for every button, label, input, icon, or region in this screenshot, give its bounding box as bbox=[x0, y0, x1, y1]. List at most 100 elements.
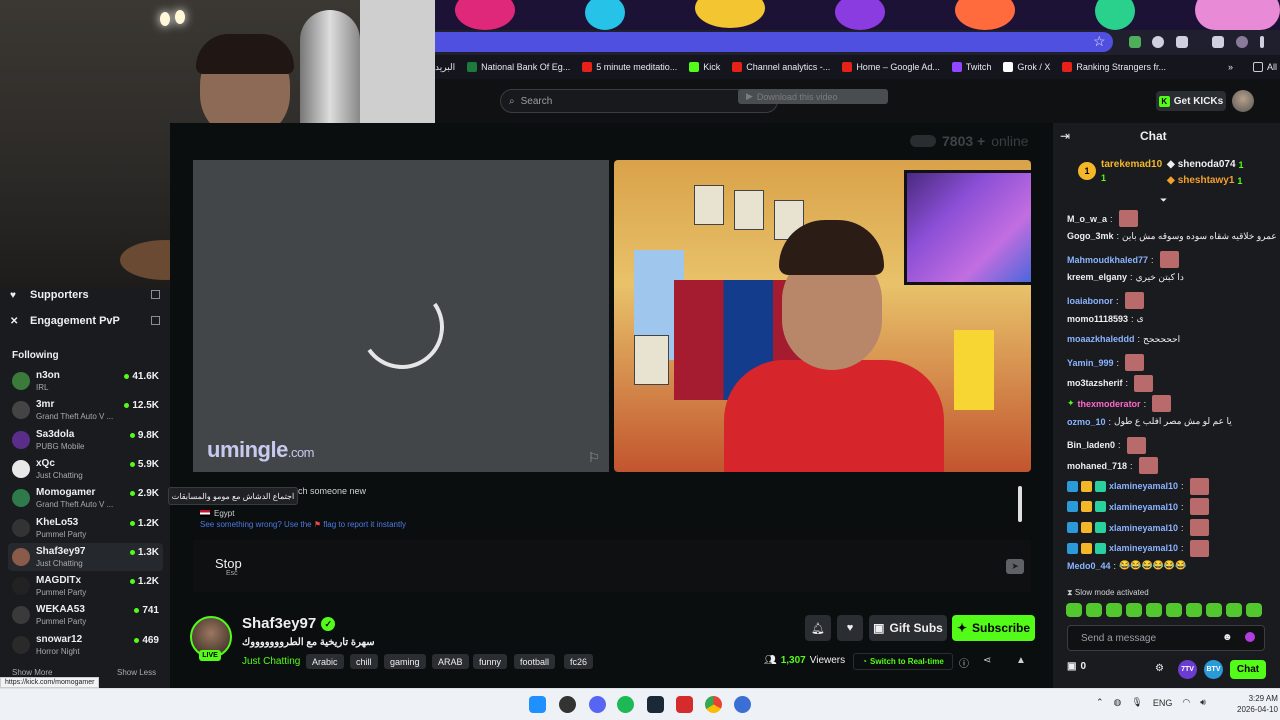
bookmark[interactable]: Ranking Strangers fr... bbox=[1062, 62, 1166, 72]
bookmark[interactable]: Twitch bbox=[951, 62, 991, 72]
chat-settings-gear-icon[interactable]: ⚙ bbox=[1155, 663, 1164, 674]
following-channel[interactable]: WEKAA53 Pummel Party 741 bbox=[8, 601, 163, 629]
user-avatar[interactable] bbox=[1232, 90, 1254, 112]
taskbar-clock[interactable]: 3:29 AM 2026-04-10 bbox=[1237, 693, 1278, 715]
tag[interactable]: chill bbox=[350, 654, 378, 669]
bookmark[interactable]: Kick bbox=[689, 62, 720, 72]
chat-send-button[interactable]: Chat bbox=[1230, 660, 1266, 679]
top-gifter[interactable]: ◆ shenoda074 1 bbox=[1167, 159, 1244, 170]
following-channel[interactable]: Momogamer Grand Theft Auto V ... 2.9K bbox=[8, 484, 163, 512]
bookmark[interactable]: Home – Google Ad... bbox=[842, 62, 940, 72]
chat-username[interactable]: xlamineyamal10 bbox=[1109, 543, 1178, 553]
bookmark[interactable]: Channel analytics -... bbox=[732, 62, 830, 72]
tag[interactable]: fc26 bbox=[564, 654, 594, 669]
extension-icon[interactable] bbox=[1129, 36, 1141, 48]
emote[interactable] bbox=[1206, 603, 1222, 617]
tag[interactable]: funny bbox=[473, 654, 508, 669]
emote[interactable] bbox=[1106, 603, 1122, 617]
collapse-chat-icon[interactable]: ⇥ bbox=[1060, 129, 1070, 143]
following-channel[interactable]: Shaf3ey97 Just Chatting 1.3K bbox=[8, 542, 163, 571]
top-gifter[interactable]: tarekemad10 bbox=[1101, 159, 1162, 170]
emoji-icon[interactable]: ☻ bbox=[1222, 632, 1233, 643]
stop-button[interactable]: Stop bbox=[215, 556, 242, 571]
following-channel[interactable]: MAGDITx Pummel Party 1.2K bbox=[8, 572, 163, 600]
address-bar[interactable] bbox=[435, 32, 1113, 52]
reading-list-icon[interactable] bbox=[1212, 36, 1224, 48]
chat-username[interactable]: loaiabonor bbox=[1067, 296, 1113, 306]
following-channel[interactable]: n3on IRL 41.6K bbox=[8, 367, 163, 395]
chat-username[interactable]: xlamineyamal10 bbox=[1109, 481, 1178, 491]
tag[interactable]: Arabic bbox=[306, 654, 344, 669]
bookmarks-overflow-chevron-icon[interactable]: » bbox=[1228, 62, 1233, 72]
windows-start-icon[interactable] bbox=[529, 696, 546, 713]
info-icon[interactable]: ⓘ bbox=[959, 655, 969, 670]
chat-username[interactable]: Medo0_44 bbox=[1067, 561, 1111, 571]
send-arrow-icon[interactable]: ➤ bbox=[1006, 559, 1024, 574]
bookmark-star-icon[interactable]: ☆ bbox=[1093, 33, 1106, 50]
follow-heart-button[interactable]: ♥ bbox=[837, 615, 863, 641]
app-icon[interactable] bbox=[676, 696, 693, 713]
download-video-button[interactable]: ▶ Download this video bbox=[738, 89, 888, 104]
notification-bell-button[interactable]: 🔔︎ bbox=[805, 615, 831, 641]
following-channel[interactable]: snowar12 Horror Night 469 bbox=[8, 631, 163, 659]
language-indicator[interactable]: ENG bbox=[1153, 698, 1173, 708]
bookmark[interactable]: Grok / X bbox=[1003, 62, 1050, 72]
following-channel[interactable]: KheLo53 Pummel Party 1.2K bbox=[8, 514, 163, 542]
popout-icon[interactable] bbox=[151, 316, 160, 325]
sidebar-item-engagement-pvp[interactable]: ✕ Engagement PvP bbox=[0, 308, 170, 334]
emote[interactable] bbox=[1226, 603, 1242, 617]
channel-name[interactable]: Shaf3ey97 ✓ bbox=[242, 615, 336, 632]
chat-username[interactable]: mohaned_718 bbox=[1067, 461, 1127, 471]
search-input[interactable]: ⌕ Search bbox=[500, 89, 778, 113]
volume-icon[interactable]: 🔊︎ bbox=[1200, 697, 1206, 708]
chat-username[interactable]: xlamineyamal10 bbox=[1109, 523, 1178, 533]
show-more-link[interactable]: Show More bbox=[12, 668, 52, 677]
following-channel[interactable]: xQc Just Chatting 5.9K bbox=[8, 455, 163, 483]
bookmark[interactable]: 5 minute meditatio... bbox=[582, 62, 677, 72]
emote[interactable] bbox=[1126, 603, 1142, 617]
get-kicks-button[interactable]: K Get KICKs bbox=[1156, 91, 1226, 111]
emote[interactable] bbox=[1086, 603, 1102, 617]
show-less-link[interactable]: Show Less bbox=[117, 668, 156, 677]
chat-username[interactable]: xlamineyamal10 bbox=[1109, 502, 1178, 512]
emote[interactable] bbox=[1246, 603, 1262, 617]
stranger-message-input[interactable] bbox=[275, 548, 1031, 584]
chat-username[interactable]: Gogo_3mk bbox=[1067, 231, 1114, 241]
emote[interactable] bbox=[1166, 603, 1182, 617]
chat-username[interactable]: thexmoderator bbox=[1078, 399, 1141, 409]
ea-icon[interactable] bbox=[734, 696, 751, 713]
subscribe-button[interactable]: ✦ Subscribe bbox=[952, 615, 1035, 641]
top-gifter[interactable]: ◆ sheshtawy1 1 bbox=[1167, 175, 1242, 186]
discord-icon[interactable] bbox=[589, 696, 606, 713]
menu-kebab-icon[interactable] bbox=[1260, 36, 1264, 48]
pinned-chevron-icon[interactable]: ⏷ bbox=[1160, 195, 1167, 206]
report-flag-icon[interactable]: ⚐ bbox=[588, 450, 600, 466]
extensions-puzzle-icon[interactable] bbox=[1176, 36, 1188, 48]
chat-input[interactable]: Send a message bbox=[1067, 625, 1265, 651]
steam-icon[interactable] bbox=[647, 696, 664, 713]
chat-username[interactable]: moaazkhaleddd bbox=[1067, 334, 1135, 344]
chat-username[interactable]: M_o_w_a bbox=[1067, 214, 1107, 224]
chat-username[interactable]: Mahmoudkhaled77 bbox=[1067, 255, 1148, 265]
chrome-icon[interactable] bbox=[705, 696, 722, 713]
extension-icon[interactable] bbox=[1152, 36, 1164, 48]
spotify-icon[interactable] bbox=[617, 696, 634, 713]
app-icon[interactable] bbox=[559, 696, 576, 713]
switch-realtime-button[interactable]: ◔ Switch to Real-time bbox=[853, 653, 953, 670]
chat-username[interactable]: Yamin_999 bbox=[1067, 358, 1114, 368]
chevron-up-icon[interactable]: ⌃ bbox=[1096, 697, 1104, 708]
emote[interactable] bbox=[1146, 603, 1162, 617]
tag[interactable]: football bbox=[514, 654, 556, 669]
chat-username[interactable]: momo1118593 bbox=[1067, 314, 1128, 324]
emote[interactable] bbox=[1066, 603, 1082, 617]
category-link[interactable]: Just Chatting bbox=[242, 656, 300, 667]
all-bookmarks-button[interactable]: All Bookmarks bbox=[1252, 62, 1280, 72]
wifi-icon[interactable]: ◠ bbox=[1182, 697, 1190, 708]
7tv-icon[interactable]: 7TV bbox=[1178, 660, 1197, 679]
profile-icon[interactable] bbox=[1236, 36, 1248, 48]
sidebar-item-supporters[interactable]: ♥ Supporters bbox=[0, 282, 170, 308]
mic-icon[interactable]: 🎙︎ bbox=[1131, 697, 1142, 708]
bookmark[interactable]: National Bank Of Eg... bbox=[467, 62, 570, 72]
kicks-balance[interactable]: ▣ 0 bbox=[1067, 661, 1086, 672]
scrollbar[interactable] bbox=[1018, 486, 1022, 522]
